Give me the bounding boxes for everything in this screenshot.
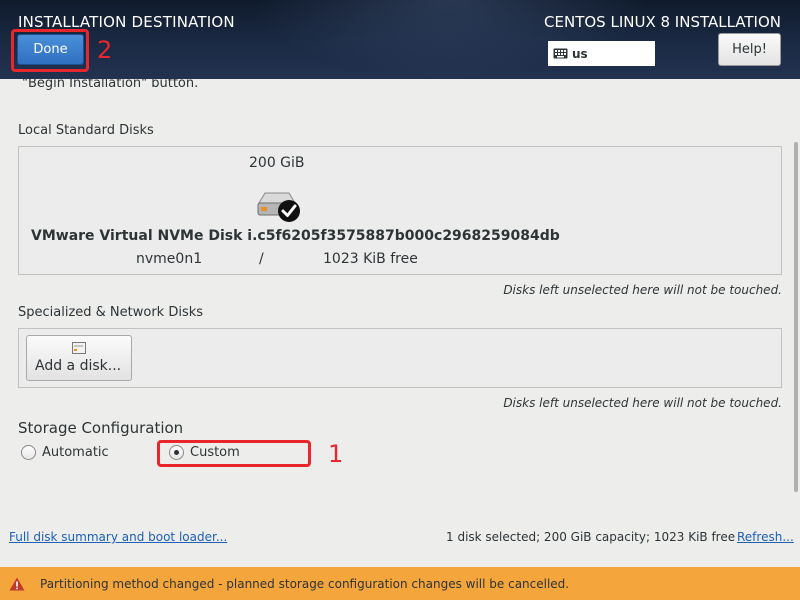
keyboard-icon bbox=[553, 48, 568, 59]
radio-circle-automatic[interactable] bbox=[21, 445, 36, 460]
product-title: CENTOS LINUX 8 INSTALLATION bbox=[544, 13, 781, 31]
annotation-number-1: 1 bbox=[328, 440, 344, 468]
disk-name: VMware Virtual NVMe Disk i.c5f6205f35758… bbox=[31, 228, 560, 244]
refresh-link[interactable]: Refresh... bbox=[737, 530, 794, 544]
network-disks-note: Disks left unselected here will not be t… bbox=[503, 396, 782, 410]
annotation-number-2: 2 bbox=[97, 36, 113, 64]
network-disks-label: Specialized & Network Disks bbox=[18, 305, 204, 320]
local-disks-panel: 200 GiB VMware Virtual NVMe Disk i.c5f62… bbox=[18, 146, 782, 275]
storage-config-title: Storage Configuration bbox=[18, 419, 184, 437]
disk-free-space: 1023 KiB free bbox=[323, 251, 418, 267]
warning-icon bbox=[9, 577, 25, 590]
radio-label-custom: Custom bbox=[190, 445, 240, 460]
local-disks-note: Disks left unselected here will not be t… bbox=[503, 283, 782, 297]
disk-device: nvme0n1 bbox=[136, 251, 203, 267]
header-bar: INSTALLATION DESTINATION CENTOS LINUX 8 … bbox=[0, 0, 800, 79]
warning-text: Partitioning method changed - planned st… bbox=[40, 576, 570, 591]
disk-mount: / bbox=[259, 251, 264, 267]
network-disks-panel: Add a disk... bbox=[18, 328, 782, 388]
keyboard-layout-indicator[interactable]: us bbox=[548, 41, 655, 66]
disk-selection-status: 1 disk selected; 200 GiB capacity; 1023 … bbox=[446, 530, 736, 544]
warning-bar: Partitioning method changed - planned st… bbox=[0, 567, 800, 600]
radio-circle-custom[interactable] bbox=[169, 445, 184, 460]
scrollbar-thumb[interactable] bbox=[794, 142, 798, 492]
instruction-text-partial: "Begin Installation" button. bbox=[22, 79, 199, 91]
add-disk-label: Add a disk... bbox=[35, 358, 122, 374]
content-area: "Begin Installation" button. Local Stand… bbox=[0, 79, 800, 520]
add-disk-button[interactable]: Add a disk... bbox=[26, 335, 132, 381]
keyboard-layout-label: us bbox=[572, 46, 588, 61]
scrollbar[interactable] bbox=[792, 79, 800, 520]
disk-add-icon bbox=[72, 342, 86, 354]
radio-automatic[interactable]: Automatic bbox=[21, 445, 109, 460]
disk-summary-link[interactable]: Full disk summary and boot loader... bbox=[9, 530, 227, 544]
radio-label-automatic: Automatic bbox=[42, 445, 109, 460]
disk-size: 200 GiB bbox=[249, 155, 305, 171]
hard-disk-icon[interactable] bbox=[255, 189, 303, 225]
page-title: INSTALLATION DESTINATION bbox=[18, 13, 235, 31]
local-disks-label: Local Standard Disks bbox=[18, 123, 154, 138]
done-button[interactable]: Done bbox=[17, 34, 84, 65]
radio-custom[interactable]: Custom bbox=[169, 445, 240, 460]
help-button[interactable]: Help! bbox=[718, 33, 781, 66]
